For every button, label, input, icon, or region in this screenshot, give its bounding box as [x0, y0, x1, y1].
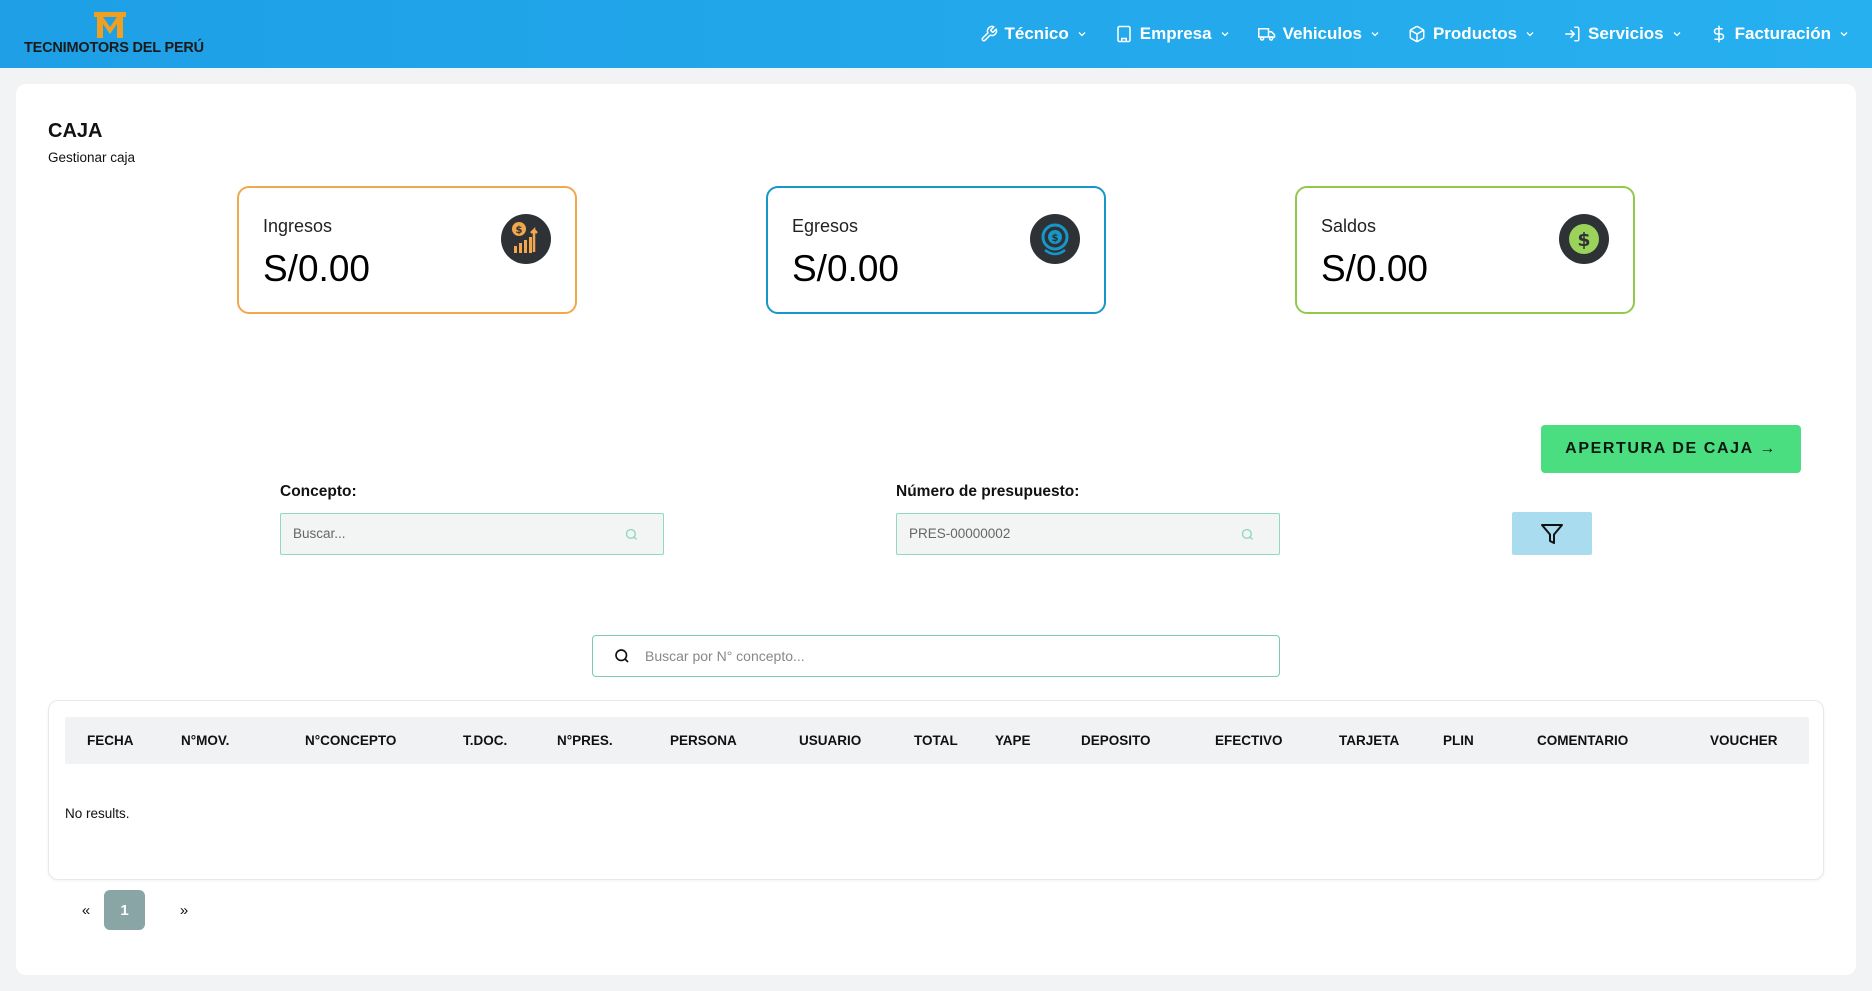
dollar-icon: [1710, 25, 1728, 43]
presupuesto-input[interactable]: [909, 514, 1229, 553]
stat-card-egresos: Egresos S/0.00 $: [766, 186, 1106, 314]
stat-value: S/0.00: [792, 248, 899, 289]
income-growth-icon: $: [501, 214, 551, 264]
column-header[interactable]: VOUCHER: [1710, 733, 1778, 748]
presupuesto-search-field: [896, 513, 1280, 555]
search-icon: [615, 649, 629, 663]
search-icon[interactable]: [1240, 527, 1255, 542]
concepto-number-search: [592, 635, 1280, 677]
wrench-icon: [980, 25, 998, 43]
nav-item-facturacion[interactable]: Facturación: [1710, 24, 1850, 44]
nav-label: Servicios: [1588, 24, 1664, 43]
table-header: FECHA N°MOV. N°CONCEPTO T.DOC. N°PRES. P…: [65, 717, 1809, 764]
column-header[interactable]: T.DOC.: [463, 733, 507, 748]
svg-text:$: $: [1052, 233, 1059, 244]
next-page-button[interactable]: »: [174, 890, 194, 930]
page-subtitle: Gestionar caja: [48, 150, 136, 165]
chevron-down-icon: [1524, 28, 1536, 40]
stat-label: Egresos: [792, 216, 859, 236]
brand-name: TECNIMOTORS DEL PERÚ: [24, 40, 204, 56]
top-navbar: TECNIMOTORS DEL PERÚ Técnico Empresa Veh…: [0, 0, 1872, 68]
concepto-search-field: [280, 513, 664, 555]
stat-card-saldos: Saldos S/0.00 $: [1295, 186, 1635, 314]
column-header[interactable]: USUARIO: [799, 733, 861, 748]
column-header[interactable]: EFECTIVO: [1215, 733, 1283, 748]
brand-logo[interactable]: TECNIMOTORS DEL PERÚ: [24, 10, 206, 60]
expense-coin-icon: $: [1030, 214, 1080, 264]
column-header[interactable]: N°CONCEPTO: [305, 733, 396, 748]
column-header[interactable]: COMENTARIO: [1537, 733, 1628, 748]
column-header[interactable]: N°PRES.: [557, 733, 613, 748]
page-1-button[interactable]: 1: [104, 890, 145, 930]
logo-mark-icon: [94, 12, 126, 38]
column-header[interactable]: TARJETA: [1339, 733, 1399, 748]
filter-button[interactable]: [1512, 512, 1592, 555]
nav-label: Empresa: [1139, 24, 1212, 43]
nav-item-tecnico[interactable]: Técnico: [980, 24, 1088, 44]
stat-label: Saldos: [1321, 216, 1377, 236]
chevron-down-icon: [1076, 28, 1088, 40]
filter-icon: [1541, 523, 1563, 544]
concepto-input[interactable]: [293, 514, 613, 553]
column-header[interactable]: YAPE: [995, 733, 1031, 748]
nav-label: Facturación: [1734, 24, 1831, 43]
chevron-down-icon: [1838, 28, 1850, 40]
presupuesto-label: Número de presupuesto:: [896, 483, 1080, 500]
page-title: CAJA: [48, 120, 103, 142]
nav-label: Técnico: [1004, 24, 1069, 43]
nav-item-vehiculos[interactable]: Vehiculos: [1257, 24, 1381, 44]
column-header[interactable]: TOTAL: [914, 733, 958, 748]
concepto-label: Concepto:: [280, 483, 357, 500]
svg-text:$: $: [516, 225, 523, 236]
main-panel: CAJA Gestionar caja Ingresos S/0.00 $ Eg…: [16, 84, 1856, 975]
truck-icon: [1257, 25, 1276, 43]
nav-item-productos[interactable]: Productos: [1408, 24, 1536, 44]
nav-item-servicios[interactable]: Servicios: [1563, 24, 1683, 44]
box-icon: [1408, 25, 1426, 43]
nav-item-empresa[interactable]: Empresa: [1115, 24, 1231, 44]
chevron-down-icon: [1369, 28, 1381, 40]
column-header[interactable]: N°MOV.: [181, 733, 229, 748]
stat-value: S/0.00: [1321, 248, 1428, 289]
column-header[interactable]: FECHA: [87, 733, 134, 748]
svg-text:$: $: [1577, 229, 1590, 251]
apertura-caja-button[interactable]: APERTURA DE CAJA →: [1541, 425, 1801, 473]
main-menu: Técnico Empresa Vehiculos Productos Serv…: [953, 0, 1850, 68]
concepto-number-input[interactable]: [645, 636, 1245, 675]
nav-label: Vehiculos: [1282, 24, 1362, 43]
search-icon[interactable]: [624, 527, 639, 542]
movements-table: FECHA N°MOV. N°CONCEPTO T.DOC. N°PRES. P…: [48, 700, 1824, 880]
stat-label: Ingresos: [263, 216, 333, 236]
column-header[interactable]: DEPOSITO: [1081, 733, 1151, 748]
building-icon: [1115, 25, 1133, 43]
stat-value: S/0.00: [263, 248, 370, 289]
stat-card-ingresos: Ingresos S/0.00 $: [237, 186, 577, 314]
chevron-down-icon: [1219, 28, 1231, 40]
nav-label: Productos: [1432, 24, 1518, 43]
empty-state: No results.: [65, 806, 130, 821]
service-icon: [1563, 25, 1581, 43]
prev-page-button[interactable]: «: [76, 890, 96, 930]
chevron-down-icon: [1671, 28, 1683, 40]
balance-dollar-icon: $: [1559, 214, 1609, 264]
column-header[interactable]: PLIN: [1443, 733, 1474, 748]
column-header[interactable]: PERSONA: [670, 733, 737, 748]
